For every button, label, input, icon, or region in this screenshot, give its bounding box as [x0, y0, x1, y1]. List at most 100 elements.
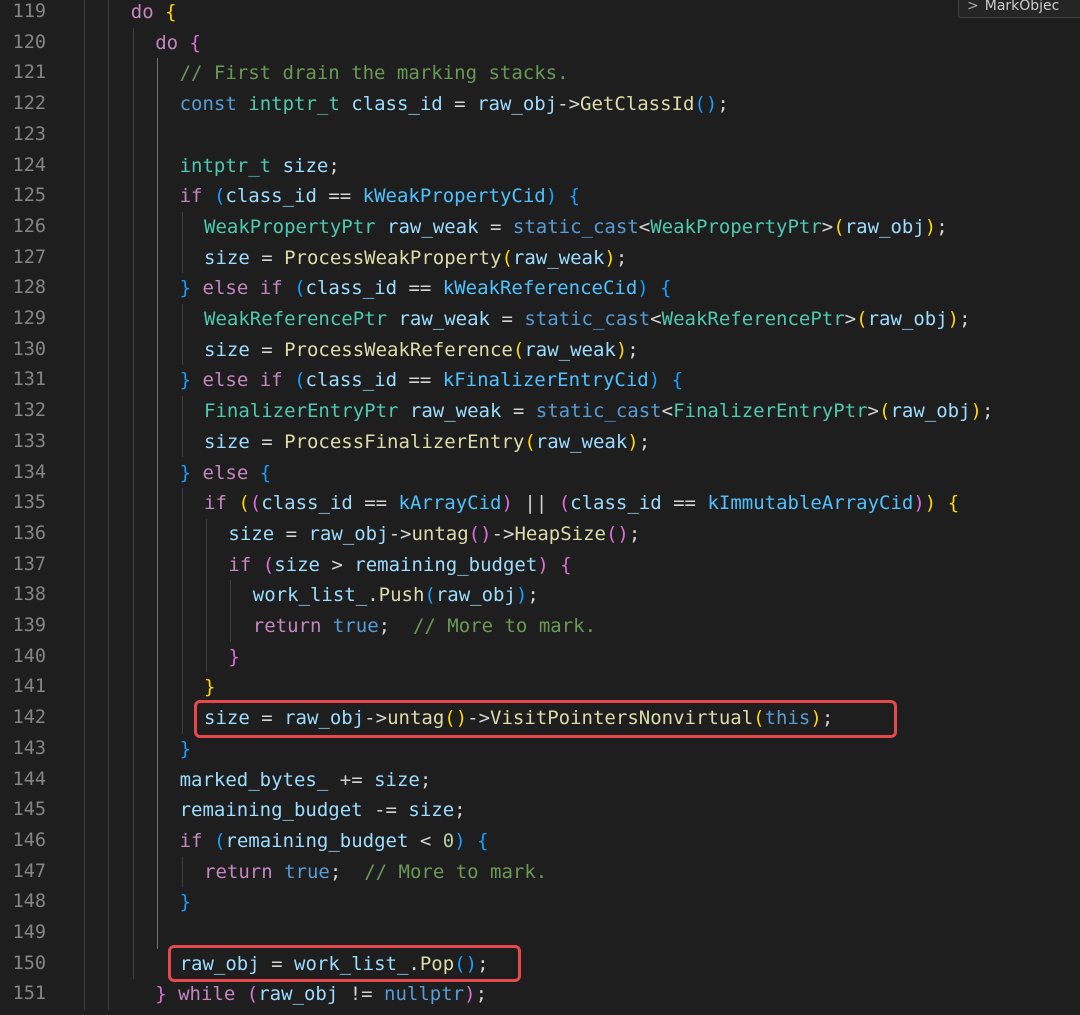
- line-number: 146: [12, 829, 46, 851]
- code-token: (: [249, 492, 262, 515]
- code-token: class_id: [261, 492, 353, 515]
- code-editor[interactable]: 119 do {120 do {121// First drain the mark…: [0, 0, 1080, 1015]
- code-token: ;: [717, 93, 729, 116]
- code-token: (): [468, 522, 492, 545]
- code-line-130: 130 size = ProcessWeakReference(raw_weak)…: [0, 335, 1080, 366]
- line-number: 138: [12, 584, 46, 606]
- code-token: (: [833, 215, 845, 238]
- code-token: ): [913, 492, 925, 515]
- code-token: class_id: [305, 369, 398, 392]
- code-token: size: [282, 154, 329, 177]
- line-number: 132: [12, 400, 46, 422]
- code-token: intptr_t: [248, 93, 340, 116]
- code-token: ;: [615, 246, 628, 269]
- code-token: size: [204, 338, 250, 361]
- code-token: }: [179, 891, 192, 914]
- code-token: raw_obj: [258, 983, 339, 1006]
- code-token: ): [627, 430, 639, 453]
- code-token: (): [694, 93, 718, 116]
- code-token: {: [259, 461, 272, 484]
- line-code: return true; // More to mark.: [253, 611, 596, 642]
- code-token: {: [189, 31, 201, 54]
- code-token: Push: [378, 584, 425, 607]
- line-number: 121: [12, 62, 46, 84]
- code-token: (: [238, 492, 250, 515]
- code-token: // More to mark.: [364, 860, 548, 883]
- code-token: }: [179, 277, 192, 300]
- line-code: if (remaining_budget < 0) {: [180, 826, 489, 857]
- code-line-149: 149: [0, 918, 1080, 949]
- code-token: ==: [397, 277, 443, 300]
- line-number: 141: [12, 676, 46, 698]
- code-token: <: [661, 400, 674, 423]
- line-number: 125: [12, 185, 46, 207]
- line-number: 151: [12, 983, 46, 1005]
- code-token: ): [648, 369, 661, 392]
- code-token: class_id: [305, 277, 398, 300]
- code-line-125: 125 if (class_id == kWeakPropertyCid) {: [0, 181, 1080, 212]
- code-line-124: 124 intptr_t size;: [0, 151, 1080, 182]
- line-number: 120: [12, 31, 46, 53]
- code-line-150: 150 raw_obj = work_list_.Pop();: [0, 949, 1080, 980]
- code-token: ;: [936, 215, 948, 238]
- code-token: WeakReferencePtr: [661, 308, 845, 330]
- code-token: 0: [442, 829, 455, 852]
- code-token: }: [179, 737, 192, 760]
- code-line-146: 146 if (remaining_budget < 0) {: [0, 826, 1080, 857]
- line-code: }: [180, 734, 191, 765]
- line-number: 134: [12, 461, 46, 483]
- code-line-139: 139 return true; // More to mark.: [0, 611, 1080, 642]
- code-token: =: [490, 308, 525, 330]
- code-token: }: [204, 676, 216, 699]
- code-token: (: [512, 338, 525, 361]
- code-token: ): [537, 553, 549, 576]
- code-token: ): [454, 829, 466, 852]
- code-token: intptr_t: [179, 154, 272, 177]
- line-number: 123: [12, 123, 46, 145]
- code-token: (: [213, 185, 226, 208]
- line-number: 128: [12, 277, 46, 299]
- code-token: do: [155, 31, 179, 54]
- code-token: class_id: [570, 492, 662, 515]
- code-token: {: [165, 1, 177, 23]
- code-line-135: 135 if ((class_id == kArrayCid) || (class…: [0, 488, 1080, 519]
- line-number: 119: [12, 1, 46, 22]
- line-number: 140: [12, 645, 46, 667]
- code-token: if: [179, 829, 203, 852]
- code-token: raw_weak: [535, 430, 628, 453]
- outline-widget[interactable]: > MarkObjec: [958, 0, 1080, 18]
- code-token: kArrayCid: [398, 492, 502, 515]
- code-token: do: [130, 1, 154, 23]
- code-token: kImmutableArrayCid: [707, 492, 914, 515]
- code-line-136: 136 size = raw_obj->untag()->HeapSize();: [0, 519, 1080, 550]
- code-token: ;: [627, 338, 639, 361]
- line-code: do {: [155, 28, 201, 59]
- code-token: }: [228, 645, 240, 668]
- code-line-151: 151} while (raw_obj != nullptr);: [0, 979, 1080, 1010]
- chevron-right-icon: >: [967, 0, 979, 14]
- code-token: ): [515, 584, 528, 607]
- code-token: ==: [316, 185, 363, 208]
- code-token: static_cast: [512, 215, 639, 238]
- line-code: if (class_id == kWeakPropertyCid) {: [180, 181, 580, 212]
- code-token: ): [924, 492, 937, 515]
- line-code: WeakReferencePtr raw_weak = static_cast<…: [204, 304, 971, 335]
- code-token: }: [179, 461, 192, 484]
- code-token: HeapSize: [514, 522, 606, 545]
- code-token: {: [671, 369, 684, 392]
- code-token: marked_bytes_: [179, 768, 329, 791]
- code-token: ||: [512, 492, 559, 515]
- code-line-123: 123: [0, 120, 1080, 151]
- code-token: !=: [338, 983, 385, 1006]
- code-token: remaining_budget: [179, 799, 363, 822]
